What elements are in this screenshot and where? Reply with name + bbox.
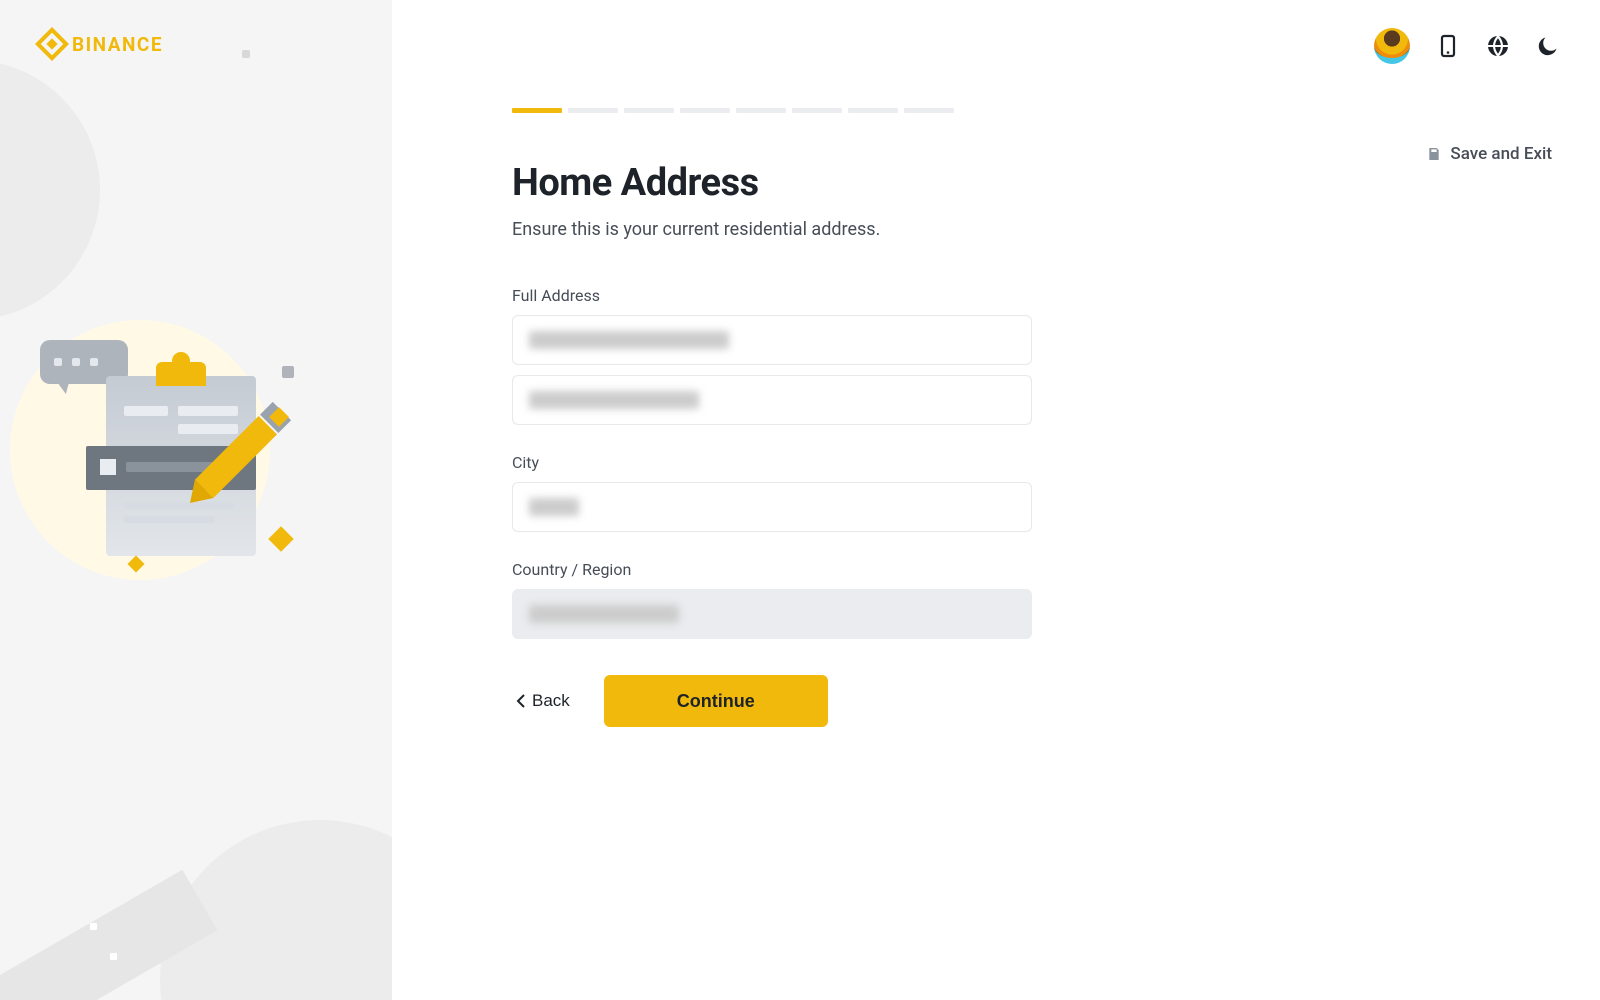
top-bar — [1374, 28, 1560, 64]
full-address-label: Full Address — [512, 286, 1032, 305]
brand-logo[interactable]: BINANCE — [40, 32, 163, 56]
address-line1-input[interactable] — [512, 315, 1032, 365]
back-button-label: Back — [532, 691, 570, 711]
chevron-left-icon — [516, 694, 526, 708]
city-input[interactable] — [512, 482, 1032, 532]
sidebar: BINANCE — [0, 0, 392, 1000]
progress-step — [624, 108, 674, 113]
save-and-exit-label: Save and Exit — [1450, 144, 1552, 164]
page-subtitle: Ensure this is your current residential … — [512, 219, 1032, 240]
progress-steps — [512, 108, 1032, 113]
progress-step — [848, 108, 898, 113]
main-content: Save and Exit Home Address Ensure this i… — [392, 0, 1600, 1000]
city-label: City — [512, 453, 1032, 472]
decorative-dot — [242, 50, 250, 58]
progress-step — [568, 108, 618, 113]
globe-icon[interactable] — [1486, 34, 1510, 58]
country-input — [512, 589, 1032, 639]
sidebar-illustration — [40, 340, 320, 620]
theme-moon-icon[interactable] — [1536, 34, 1560, 58]
decorative-dot — [110, 953, 117, 960]
continue-button[interactable]: Continue — [604, 675, 828, 727]
save-icon — [1426, 146, 1442, 162]
progress-step — [680, 108, 730, 113]
decorative-shape — [0, 60, 100, 320]
page-title: Home Address — [512, 161, 1032, 205]
continue-button-label: Continue — [677, 691, 755, 711]
user-avatar[interactable] — [1374, 28, 1410, 64]
back-button[interactable]: Back — [512, 683, 574, 719]
progress-step — [792, 108, 842, 113]
address-line2-input[interactable] — [512, 375, 1032, 425]
save-and-exit-button[interactable]: Save and Exit — [1426, 144, 1552, 164]
progress-step — [904, 108, 954, 113]
progress-step — [512, 108, 562, 113]
progress-step — [736, 108, 786, 113]
mobile-icon[interactable] — [1436, 34, 1460, 58]
brand-name: BINANCE — [72, 33, 163, 56]
binance-logo-icon — [35, 27, 69, 61]
decorative-dot — [90, 923, 97, 930]
country-label: Country / Region — [512, 560, 1032, 579]
